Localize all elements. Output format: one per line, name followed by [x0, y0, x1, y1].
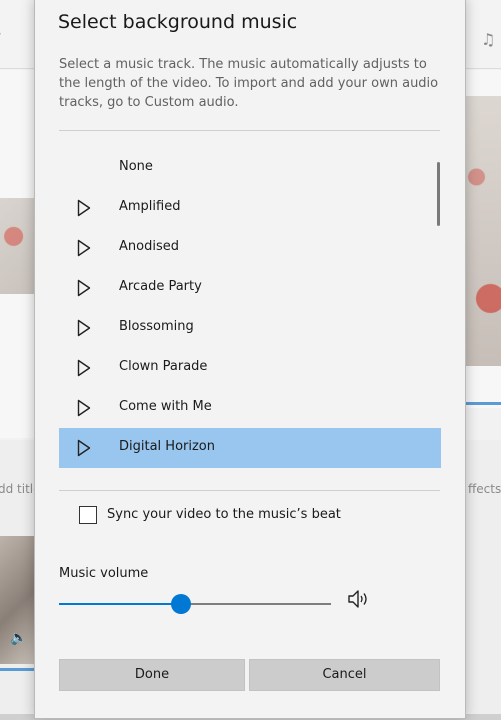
sync-beat-label: Sync your video to the music’s beat — [107, 507, 341, 522]
done-button[interactable]: Done — [59, 659, 245, 691]
track-item[interactable]: None — [59, 148, 441, 188]
play-icon[interactable] — [77, 279, 91, 297]
track-item[interactable]: Digital Horizon — [59, 428, 441, 468]
track-name: Blossoming — [119, 319, 194, 334]
track-item[interactable]: Arcade Party — [59, 268, 441, 308]
track-item[interactable]: Anodised — [59, 228, 441, 268]
play-icon[interactable] — [77, 199, 91, 217]
track-name: None — [119, 159, 153, 174]
dialog-description: Select a music track. The music automati… — [59, 57, 439, 110]
volume-slider-thumb[interactable] — [171, 594, 191, 614]
play-icon[interactable] — [77, 319, 91, 337]
music-track-list[interactable]: None Amplified Anodised Arcade Party Blossom… — [59, 148, 441, 468]
speaker-icon: 🔈 — [10, 630, 28, 646]
divider — [59, 130, 440, 131]
play-icon[interactable] — [77, 399, 91, 417]
play-icon[interactable] — [77, 439, 91, 457]
background-caption-right: ffects — [468, 482, 501, 496]
music-note-icon: ♫ — [481, 30, 496, 49]
background-glyph: › — [0, 26, 2, 42]
track-item[interactable]: Amplified — [59, 188, 441, 228]
track-item[interactable]: Clown Parade — [59, 348, 441, 388]
background-thumbnail-right — [466, 96, 501, 366]
play-icon[interactable] — [77, 359, 91, 377]
track-name: Anodised — [119, 239, 179, 254]
track-item[interactable]: Come with Me — [59, 388, 441, 428]
track-item[interactable]: Blossoming — [59, 308, 441, 348]
divider — [59, 490, 440, 491]
background-progress-bottom — [0, 668, 34, 671]
speaker-volume-icon — [348, 590, 367, 608]
track-name: Digital Horizon — [119, 439, 215, 454]
sync-beat-checkbox[interactable] — [79, 506, 97, 524]
track-list-scrollbar[interactable] — [437, 162, 440, 226]
play-icon[interactable] — [77, 239, 91, 257]
music-volume-label: Music volume — [59, 566, 149, 581]
background-progress-right — [466, 402, 501, 405]
music-volume-slider[interactable] — [59, 594, 331, 614]
dialog-title: Select background music — [58, 11, 298, 33]
volume-slider-fill — [59, 603, 181, 605]
select-background-music-dialog: Select background music Select a music t… — [34, 0, 466, 719]
track-name: Amplified — [119, 199, 181, 214]
track-name: Clown Parade — [119, 359, 208, 374]
track-name: Arcade Party — [119, 279, 202, 294]
cancel-button[interactable]: Cancel — [249, 659, 440, 691]
background-thumbnail-left — [0, 198, 34, 294]
track-name: Come with Me — [119, 399, 212, 414]
